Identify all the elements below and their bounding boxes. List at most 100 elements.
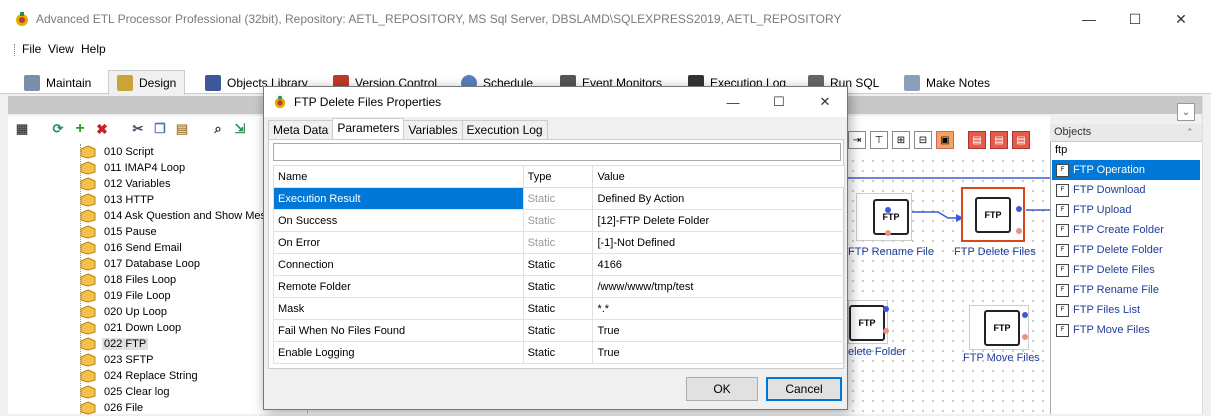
tab-maintain[interactable]: Maintain [16,72,99,94]
object-item[interactable]: F FTP Files List [1052,300,1200,320]
tab-execution-log[interactable]: Execution Log [461,120,548,139]
output-port[interactable] [883,306,889,312]
align-grid-icon[interactable]: ▣ [936,131,954,149]
param-name[interactable]: On Success [273,209,524,232]
param-value[interactable]: *.* [592,297,845,320]
param-value[interactable]: True [592,319,845,342]
maximize-button[interactable]: ☐ [1112,0,1158,38]
align-left-icon[interactable]: ⇥ [848,131,866,149]
object-item[interactable]: F FTP Move Files [1052,320,1200,340]
output-port[interactable] [1016,206,1022,212]
properties-icon[interactable]: ▦ [14,121,30,137]
dialog-minimize-button[interactable]: — [710,87,756,117]
delete-icon[interactable]: ✖ [94,121,110,137]
table-row[interactable]: Fail When No Files Found Static True [273,319,845,342]
tab-make-notes[interactable]: Make Notes [896,72,998,94]
tree-item[interactable]: 013 HTTP [80,192,156,208]
column-header-name[interactable]: Name [273,165,524,188]
chevron-up-icon[interactable]: ⌃ [1186,127,1200,141]
align-center-icon[interactable]: ⊞ [892,131,910,149]
add-icon[interactable]: + [72,120,88,137]
error-port[interactable] [883,328,889,334]
tree-item[interactable]: 020 Up Loop [80,304,169,320]
tree-item[interactable]: 019 File Loop [80,288,173,304]
column-header-type[interactable]: Type [522,165,594,188]
object-item[interactable]: F FTP Operation [1052,160,1200,180]
tree-item[interactable]: 010 Script [80,144,156,160]
param-value[interactable]: /www/www/tmp/test [592,275,845,298]
find-icon[interactable]: ⌕ [210,121,226,137]
node-ftp-move-files[interactable]: FTP [969,305,1029,350]
menu-file[interactable]: File [22,42,41,56]
param-name[interactable]: Connection [273,253,524,276]
cancel-button[interactable]: Cancel [766,377,842,401]
ok-button[interactable]: OK [686,377,758,401]
tab-parameters[interactable]: Parameters [332,118,405,139]
table-row[interactable]: On Error Static [-1]-Not Defined [273,231,845,254]
param-value[interactable]: 4166 [592,253,845,276]
close-button[interactable]: ✕ [1158,0,1204,38]
description-field[interactable] [273,143,841,161]
object-item[interactable]: F FTP Create Folder [1052,220,1200,240]
tree-item[interactable]: 011 IMAP4 Loop [80,160,187,176]
chevron-down-icon[interactable]: ⌄ [1177,103,1195,121]
param-name[interactable]: Mask [273,297,524,320]
param-name[interactable]: Execution Result [273,187,524,210]
node-ftp-delete-files-selected[interactable]: FTP [961,187,1025,242]
tree-item[interactable]: 017 Database Loop [80,256,202,272]
object-item[interactable]: F FTP Delete Folder [1052,240,1200,260]
object-item[interactable]: F FTP Rename File [1052,280,1200,300]
tree-item[interactable]: 024 Replace String [80,368,200,384]
table-row[interactable]: Execution Result Static Defined By Actio… [273,187,845,210]
refresh-icon[interactable]: ⟳ [50,121,66,137]
object-item[interactable]: F FTP Delete Files [1052,260,1200,280]
tree-item[interactable]: 012 Variables [80,176,172,192]
param-value[interactable]: [-1]-Not Defined [592,231,845,254]
cut-icon[interactable]: ✂ [130,121,146,137]
tree-item[interactable]: 016 Send Email [80,240,184,256]
tab-design[interactable]: Design [108,70,186,95]
calendar-red-icon[interactable]: ▤ [1012,131,1030,149]
column-header-value[interactable]: Value [592,165,845,188]
table-row[interactable]: Remote Folder Static /www/www/tmp/test [273,275,845,298]
tree-item[interactable]: 014 Ask Question and Show Mes [80,208,268,224]
paste-icon[interactable]: ▤ [174,121,190,137]
object-item[interactable]: F FTP Upload [1052,200,1200,220]
tab-meta-data[interactable]: Meta Data [268,120,334,139]
output-port[interactable] [885,207,891,213]
param-name[interactable]: Enable Logging [273,341,524,364]
minimize-button[interactable]: — [1066,0,1112,38]
calendar-red-icon[interactable]: ▤ [968,131,986,149]
param-value[interactable]: True [592,341,845,364]
tree-item[interactable]: 025 Clear log [80,384,171,400]
calendar-red-icon[interactable]: ▤ [990,131,1008,149]
param-name[interactable]: On Error [273,231,524,254]
table-row[interactable]: Mask Static *.* [273,297,845,320]
output-port[interactable] [1022,312,1028,318]
tree-item[interactable]: 023 SFTP [80,352,156,368]
tree-item[interactable]: 015 Pause [80,224,159,240]
align-middle-icon[interactable]: ⊟ [914,131,932,149]
copy-icon[interactable]: ❐ [152,121,168,137]
tab-variables[interactable]: Variables [403,120,463,139]
param-value[interactable]: [12]-FTP Delete Folder [592,209,845,232]
menu-view[interactable]: View [48,42,74,56]
align-top-icon[interactable]: ⊤ [870,131,888,149]
object-item[interactable]: F FTP Download [1052,180,1200,200]
error-port[interactable] [885,230,891,236]
param-name[interactable]: Fail When No Files Found [273,319,524,342]
error-port[interactable] [1022,334,1028,340]
table-row[interactable]: On Success Static [12]-FTP Delete Folder [273,209,845,232]
dialog-close-button[interactable]: ✕ [802,87,848,117]
tree-item-selected[interactable]: 022 FTP [80,336,149,352]
right-scrollbar[interactable] [1202,96,1211,414]
node-ftp-delete-folder[interactable]: FTP [848,300,888,344]
error-port[interactable] [1016,228,1022,234]
tree-item[interactable]: 021 Down Loop [80,320,183,336]
param-name[interactable]: Remote Folder [273,275,524,298]
export-icon[interactable]: ⇲ [232,121,248,137]
menu-help[interactable]: Help [81,42,106,56]
objects-filter-input[interactable]: ftp [1052,143,1200,159]
dialog-maximize-button[interactable]: ☐ [756,87,802,117]
table-row[interactable]: Enable Logging Static True [273,341,845,364]
